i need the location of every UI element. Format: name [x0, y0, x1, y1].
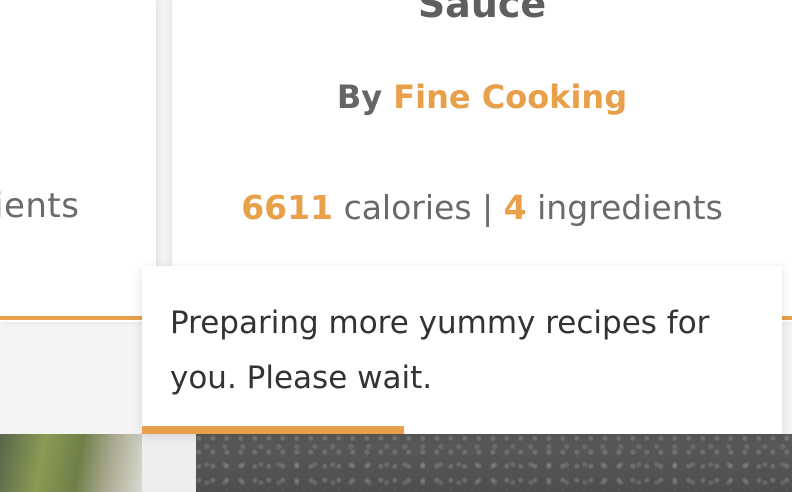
card-accent-line: [0, 316, 156, 320]
loading-message: Preparing more yummy recipes for you. Pl…: [170, 305, 710, 396]
recipe-page: ients Sauce By Fine Cooking 6611 calorie…: [0, 0, 792, 492]
recipe-image[interactable]: [196, 434, 792, 492]
author-link[interactable]: Fine Cooking: [393, 78, 627, 116]
stats-separator: |: [482, 188, 494, 227]
calories-label: calories: [343, 188, 472, 227]
loading-progress-track: [142, 426, 782, 434]
recipe-title[interactable]: Sauce: [172, 0, 792, 26]
ingredients-value: 4: [503, 188, 527, 227]
by-label: By: [336, 78, 383, 116]
recipe-stats: 6611 calories | 4 ingredients: [172, 188, 792, 227]
recipe-byline: By Fine Cooking: [172, 78, 792, 116]
image-gap: [142, 434, 196, 492]
calories-value: 6611: [241, 188, 334, 227]
ingredients-label: ingredients: [537, 188, 723, 227]
recipe-meta-partial: ients: [0, 186, 80, 226]
loading-progress-bar: [142, 426, 405, 434]
loading-toast: Preparing more yummy recipes for you. Pl…: [142, 266, 782, 434]
recipe-card-left[interactable]: ients: [0, 0, 156, 322]
recipe-image-left[interactable]: [0, 434, 142, 492]
